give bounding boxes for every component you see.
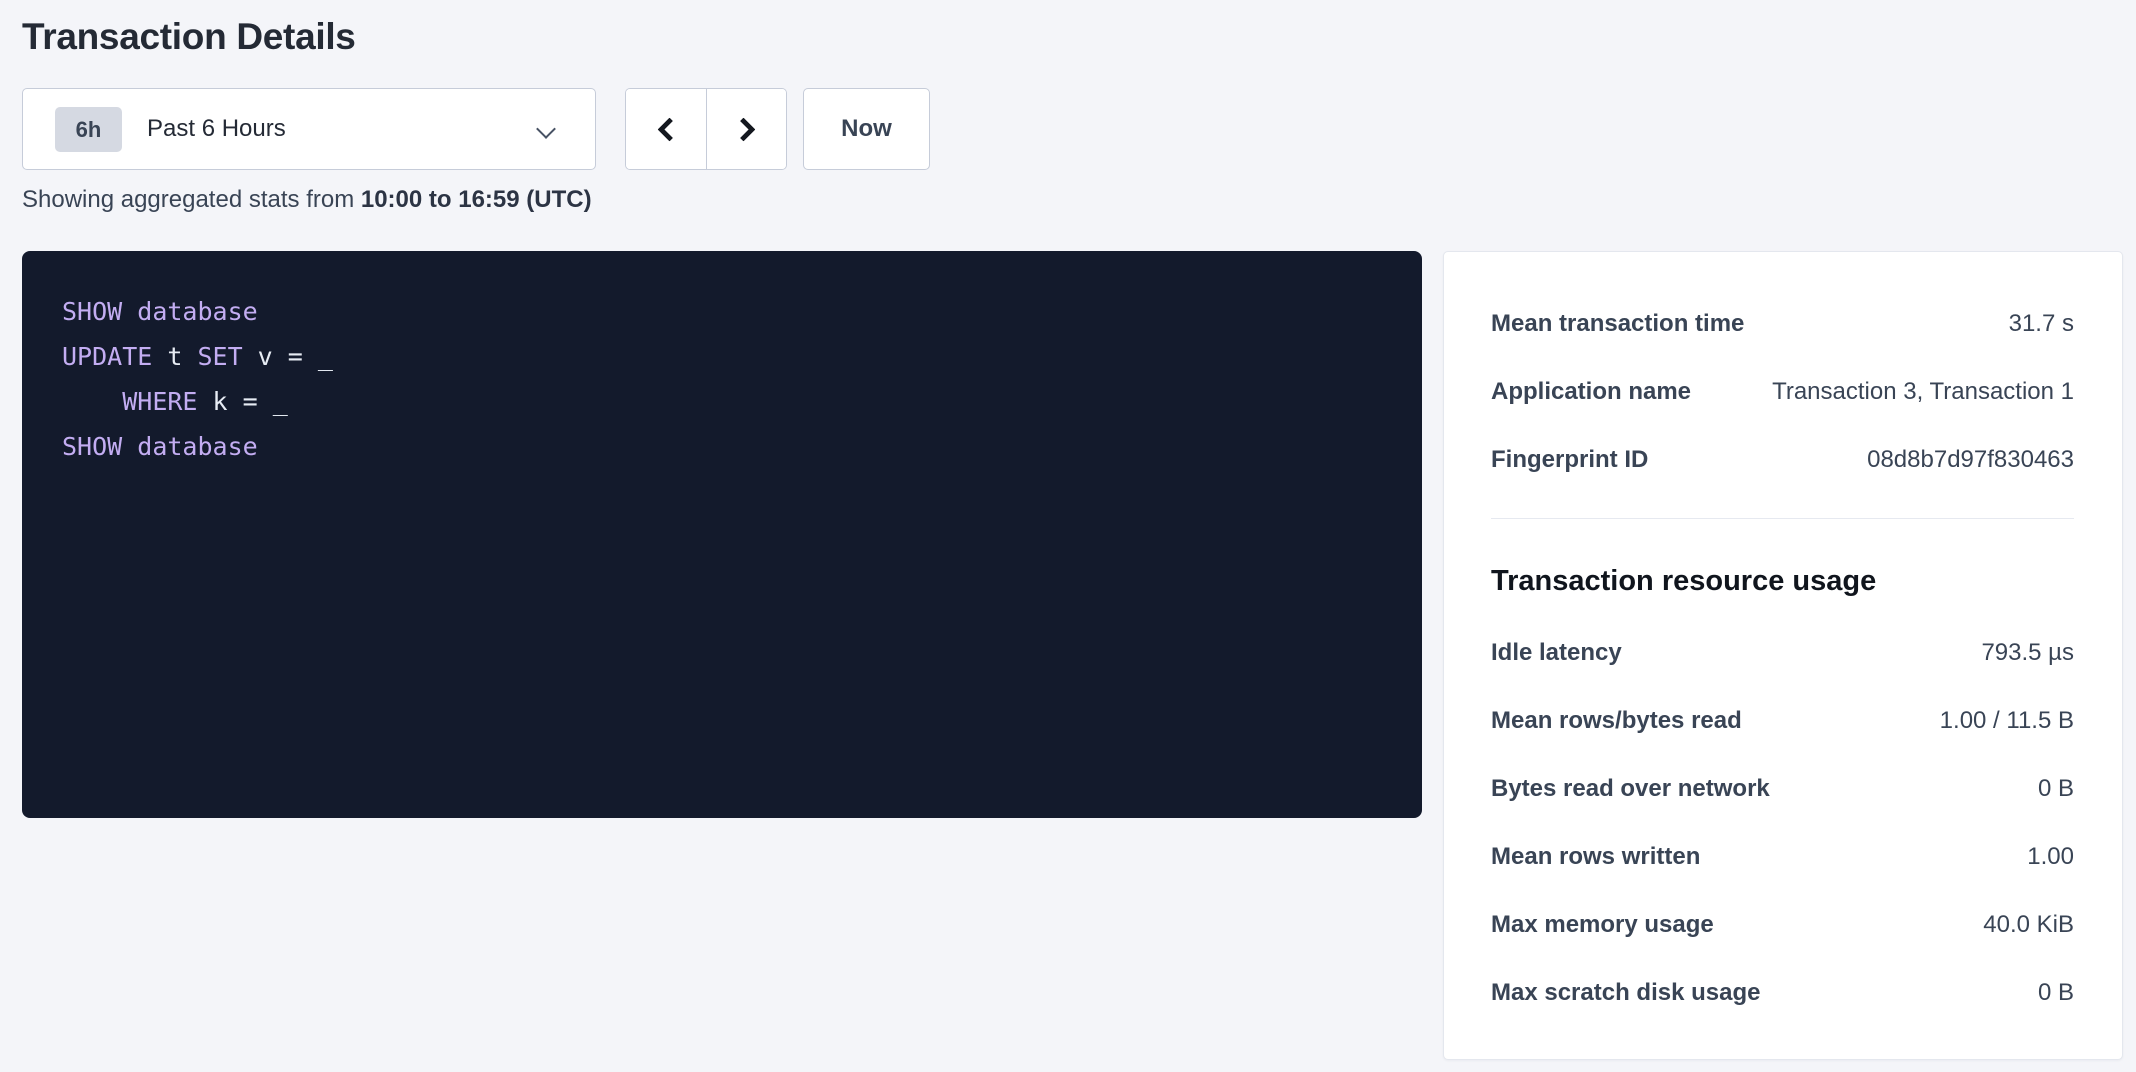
stat-label: Bytes read over network [1491,773,1790,805]
overview-rows: Mean transaction time 31.7 s Application n… [1491,308,2074,476]
time-range-label: Past 6 Hours [147,115,286,143]
next-interval-button[interactable] [706,89,786,169]
stat-label: Mean rows written [1491,841,1720,873]
subtitle-time-range: 10:00 to 16:59 (UTC) [361,186,592,213]
sql-token-keyword: SHOW [62,297,122,326]
panel-divider [1491,518,2074,519]
sql-code-line: SHOW database [62,424,1382,469]
sql-token-keyword: UPDATE [62,342,152,371]
stat-label: Fingerprint ID [1491,444,1668,476]
sql-token-plain [62,387,122,416]
stat-value: 0 B [2038,773,2074,805]
stat-value: 08d8b7d97f830463 [1867,444,2074,476]
stat-label: Application name [1491,376,1711,408]
sql-token-plain [122,432,137,461]
stat-value: Transaction 3, Transaction 1 [1772,376,2074,408]
time-range-dropdown[interactable]: 6h Past 6 Hours [22,88,596,170]
chevron-down-icon [536,119,556,139]
sql-code: SHOW databaseUPDATE t SET v = _ WHERE k … [62,289,1382,469]
sql-token-keyword: database [137,432,257,461]
summary-panel: Mean transaction time 31.7 s Application n… [1443,251,2123,1060]
stat-label: Mean rows/bytes read [1491,705,1762,737]
sql-code-line: WHERE k = _ [62,379,1382,424]
stat-row: Max memory usage 40.0 KiB [1491,909,2074,941]
time-interval-nav [625,88,787,170]
stat-row: Idle latency 793.5 µs [1491,637,2074,669]
subtitle-prefix: Showing aggregated stats from [22,186,361,213]
stat-row: Fingerprint ID 08d8b7d97f830463 [1491,444,2074,476]
stat-row: Application name Transaction 3, Transacti… [1491,376,2074,408]
chevron-right-icon [731,117,755,141]
sql-token-plain: v = _ [243,342,333,371]
stat-label: Max memory usage [1491,909,1734,941]
sql-token-keyword: database [137,297,257,326]
sql-code-line: UPDATE t SET v = _ [62,334,1382,379]
sql-token-plain: t [152,342,197,371]
resource-rows: Idle latency 793.5 µs Mean rows/bytes read… [1491,637,2074,1009]
time-range-badge: 6h [55,107,122,152]
page-title: Transaction Details [22,14,2123,60]
stat-row: Mean rows written 1.00 [1491,841,2074,873]
stat-label: Mean transaction time [1491,308,1764,340]
stat-value: 1.00 / 11.5 B [1940,705,2074,737]
resource-usage-heading: Transaction resource usage [1491,563,2074,599]
chevron-left-icon [657,117,681,141]
stat-row: Mean rows/bytes read 1.00 / 11.5 B [1491,705,2074,737]
stat-label: Max scratch disk usage [1491,977,1780,1009]
now-button[interactable]: Now [803,88,930,170]
stat-row: Mean transaction time 31.7 s [1491,308,2074,340]
stat-value: 40.0 KiB [1983,909,2074,941]
sql-token-keyword: SET [197,342,242,371]
stat-row: Max scratch disk usage 0 B [1491,977,2074,1009]
sql-statements-box: SHOW databaseUPDATE t SET v = _ WHERE k … [22,251,1422,818]
sql-token-plain: k = _ [197,387,287,416]
sql-code-line: SHOW database [62,289,1382,334]
stat-value: 793.5 µs [1981,637,2074,669]
stat-value: 31.7 s [2009,308,2074,340]
sql-token-plain [122,297,137,326]
sql-token-keyword: SHOW [62,432,122,461]
main-content: SHOW databaseUPDATE t SET v = _ WHERE k … [22,251,2123,1060]
stat-row: Bytes read over network 0 B [1491,773,2074,805]
aggregation-subtitle: Showing aggregated stats from 10:00 to 1… [22,183,2123,216]
sql-token-keyword: WHERE [122,387,197,416]
stat-value: 0 B [2038,977,2074,1009]
time-controls: 6h Past 6 Hours Now [22,88,2123,170]
stat-label: Idle latency [1491,637,1642,669]
stat-value: 1.00 [2027,841,2074,873]
prev-interval-button[interactable] [626,89,706,169]
transaction-details-page: Transaction Details 6h Past 6 Hours Now … [0,14,2136,1060]
